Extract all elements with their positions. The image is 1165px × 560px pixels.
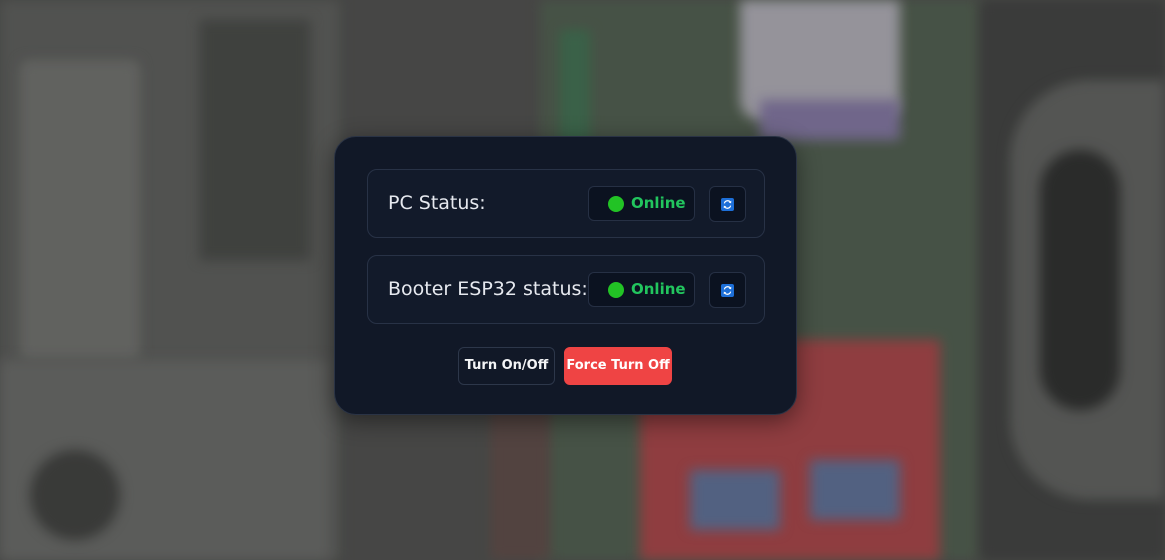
refresh-icon — [721, 284, 734, 297]
esp32-status-label: Booter ESP32 status: — [388, 278, 588, 300]
esp32-status-row: Booter ESP32 status: Online — [367, 255, 765, 324]
pc-status-label: PC Status: — [388, 192, 486, 214]
pc-refresh-button[interactable] — [709, 186, 746, 222]
control-panel: PC Status: Online Booter ESP32 status: O… — [334, 136, 797, 415]
pc-status-row: PC Status: Online — [367, 169, 765, 238]
pc-status-value: Online — [631, 194, 686, 212]
refresh-icon — [721, 198, 734, 211]
esp32-status-value: Online — [631, 280, 686, 298]
force-turn-off-button[interactable]: Force Turn Off — [564, 347, 672, 385]
esp32-status-badge: Online — [588, 272, 695, 307]
turn-on-off-button[interactable]: Turn On/Off — [458, 347, 555, 385]
status-dot-icon — [608, 282, 624, 298]
pc-status-badge: Online — [588, 186, 695, 221]
esp32-refresh-button[interactable] — [709, 272, 746, 308]
status-dot-icon — [608, 196, 624, 212]
